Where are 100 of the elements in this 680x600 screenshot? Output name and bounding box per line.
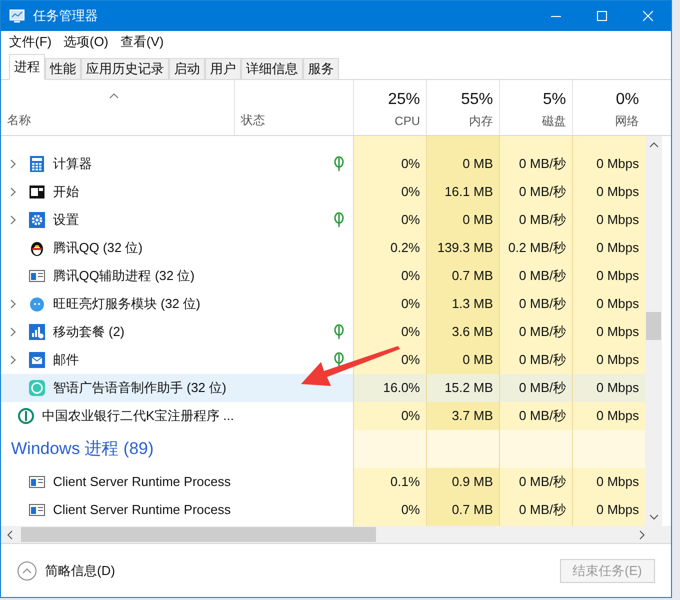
monitor-icon: [9, 8, 25, 24]
sort-caret-icon[interactable]: [109, 93, 119, 99]
maximize-icon: [597, 11, 607, 21]
details-link[interactable]: 简略信息(D): [45, 560, 116, 580]
table-cell: 0%: [353, 318, 426, 346]
usage-total: 0%: [616, 90, 639, 110]
column-header[interactable]: 状态: [241, 111, 353, 135]
column-header[interactable]: 网络: [615, 112, 639, 136]
process-row[interactable]: 中国农业银行二代K宝注册程序 ... 0% 3.7 MB 0 MB/秒 0 Mbps: [1, 402, 645, 430]
chevron-icon[interactable]: [9, 158, 17, 170]
app-icon: [29, 380, 45, 396]
table-cell: 0.7 MB: [426, 496, 499, 524]
tab[interactable]: 用户: [205, 58, 241, 80]
process-row[interactable]: 智语广告语音制作助手 (32 位) 16.0% 15.2 MB 0 MB/秒 0 Mbps: [1, 374, 645, 402]
table-cell: 0 Mbps: [572, 234, 645, 262]
process-row[interactable]: Client Server Runtime Process 0.1% 0.9 MB 0 MB/秒 0 Mbps: [1, 468, 645, 496]
table-cell: 0 MB: [426, 150, 499, 178]
table-cell: 0 Mbps: [572, 496, 645, 524]
table-cell: 0 MB/秒: [499, 402, 572, 430]
process-name: 中国农业银行二代K宝注册程序 ...: [42, 407, 234, 426]
process-row[interactable]: 开始 0% 16.1 MB 0 MB/秒 0 Mbps: [1, 178, 645, 206]
column-header[interactable]: 名称: [7, 111, 234, 135]
usage-total: 25%: [388, 90, 420, 110]
vertical-scrollbar[interactable]: [645, 136, 662, 526]
column-header[interactable]: CPU: [394, 112, 420, 136]
process-row[interactable]: 计算器 0% 0 MB 0 MB/秒 0 Mbps: [1, 150, 645, 178]
tab[interactable]: 进程: [9, 54, 45, 80]
table-cell: 0%: [353, 150, 426, 178]
process-row[interactable]: 旺旺亮灯服务模块 (32 位) 0% 1.3 MB 0 MB/秒 0 Mbps: [1, 290, 645, 318]
scroll-thumb[interactable]: [646, 312, 661, 340]
process-row[interactable]: 设置 0% 0 MB 0 MB/秒 0 Mbps: [1, 206, 645, 234]
table-cell: 0 Mbps: [572, 206, 645, 234]
process-row[interactable]: 腾讯QQ (32 位) 0.2% 139.3 MB 0.2 MB/秒 0 Mbps: [1, 234, 645, 262]
window-icon: [29, 184, 45, 200]
chevron-icon[interactable]: [9, 186, 17, 198]
collapse-icon[interactable]: [17, 560, 37, 580]
tab[interactable]: 启动: [169, 58, 205, 80]
menu-item[interactable]: 文件(F): [5, 32, 56, 52]
scroll-right-icon[interactable]: [637, 530, 647, 540]
chevron-icon[interactable]: [9, 354, 17, 366]
close-icon: [643, 11, 653, 21]
chevron-icon[interactable]: [9, 214, 17, 226]
table-cell: 1.3 MB: [426, 290, 499, 318]
window-icon: [29, 474, 45, 490]
process-name: Client Server Runtime Process: [53, 473, 231, 492]
table-cell: 0 Mbps: [572, 374, 645, 402]
horizontal-scrollbar[interactable]: [1, 526, 671, 543]
tab[interactable]: 详细信息: [241, 58, 303, 80]
scroll-left-icon[interactable]: [5, 530, 15, 540]
process-row[interactable]: 移动套餐 (2) 0% 3.6 MB 0 MB/秒 0 Mbps: [1, 318, 645, 346]
window-icon: [29, 502, 45, 518]
coin-icon: [18, 408, 34, 424]
table-cell: 0 MB/秒: [499, 374, 572, 402]
process-row[interactable]: Client Server Runtime Process 0% 0.7 MB 0 MB/秒 0 Mbps: [1, 496, 645, 524]
table-cell: 0.9 MB: [426, 468, 499, 496]
table-cell: 0 Mbps: [572, 150, 645, 178]
column-header[interactable]: 磁盘: [542, 112, 566, 136]
table-cell: 0 MB/秒: [499, 496, 572, 524]
table-cell: 16.1 MB: [426, 178, 499, 206]
process-name: 邮件: [53, 351, 79, 370]
column-header[interactable]: 内存: [469, 112, 493, 136]
table-cell: 0 MB/秒: [499, 150, 572, 178]
process-name: 移动套餐 (2): [53, 323, 124, 342]
process-row[interactable]: 腾讯QQ辅助进程 (32 位) 0% 0.7 MB 0 MB/秒 0 Mbps: [1, 262, 645, 290]
usage-total: 55%: [460, 90, 493, 110]
table-cell: 0 MB: [426, 206, 499, 234]
scroll-down-icon[interactable]: [648, 512, 658, 522]
table-cell: 0.7 MB: [426, 262, 499, 290]
chart-icon: [29, 324, 45, 340]
table-cell: 0 Mbps: [572, 468, 645, 496]
tab[interactable]: 应用历史记录: [81, 58, 169, 80]
process-name: Client Server Runtime Process: [53, 501, 231, 520]
chevron-icon[interactable]: [9, 326, 17, 338]
table-cell: 0 Mbps: [572, 346, 645, 374]
table-cell: 0%: [353, 178, 426, 206]
tab[interactable]: 性能: [45, 58, 81, 80]
table-cell: 0.2 MB/秒: [499, 234, 572, 262]
table-cell: 0%: [353, 496, 426, 524]
window-icon: [29, 268, 45, 284]
table-cell: 0 MB/秒: [499, 262, 572, 290]
table-cell: 0.2%: [353, 234, 426, 262]
process-name: 旺旺亮灯服务模块 (32 位): [53, 295, 200, 314]
table-cell: 0%: [353, 262, 426, 290]
table-cell: 0 MB/秒: [499, 346, 572, 374]
menu-item[interactable]: 查看(V): [116, 32, 168, 52]
chevron-icon[interactable]: [9, 298, 17, 310]
table-cell: 0 Mbps: [572, 318, 645, 346]
tab[interactable]: 服务: [303, 58, 339, 80]
table-cell: 0 Mbps: [572, 178, 645, 206]
scroll-thumb[interactable]: [21, 527, 376, 542]
process-name: 计算器: [53, 155, 92, 174]
table-cell: 0 MB: [426, 346, 499, 374]
gear-icon: [29, 212, 45, 228]
table-cell: 16.0%: [353, 374, 426, 402]
scroll-up-icon[interactable]: [648, 140, 658, 150]
bubble-icon: [29, 296, 45, 312]
table-cell: 15.2 MB: [426, 374, 499, 402]
table-cell: 3.7 MB: [426, 402, 499, 430]
menu-item[interactable]: 选项(O): [60, 32, 112, 52]
table-cell: 0 MB/秒: [499, 178, 572, 206]
